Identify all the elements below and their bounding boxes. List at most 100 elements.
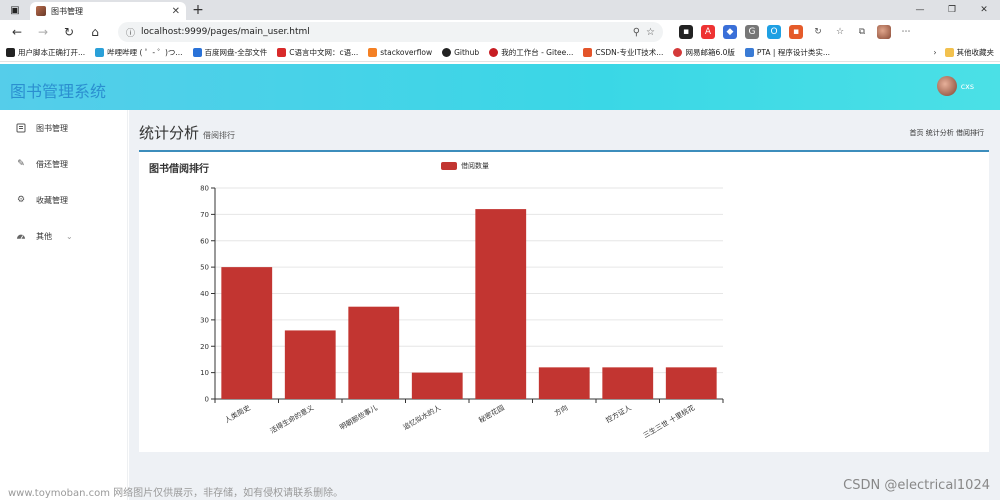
watermark-left: www.toymoban.com 网络图片仅供展示，非存储，如有侵权请联系删除。 — [8, 488, 344, 499]
bar[interactable] — [602, 367, 654, 399]
bookmark[interactable]: 哔哩哔哩 ( ゜- ゜)つ... — [95, 47, 183, 58]
chart-legend[interactable]: 借阅数量 — [441, 161, 489, 171]
chevron-right-icon[interactable]: › — [934, 48, 937, 57]
book-icon — [16, 123, 26, 133]
legend-swatch — [441, 162, 457, 170]
forward-icon[interactable]: → — [32, 22, 54, 42]
home-icon[interactable]: ⌂ — [84, 22, 106, 42]
sidebar-item-label: 图书管理 — [36, 123, 68, 133]
bookmark[interactable]: stackoverflow — [368, 48, 432, 57]
window-close-icon[interactable]: ✕ — [968, 0, 1000, 20]
new-tab-icon[interactable]: + — [186, 0, 210, 20]
bookmark[interactable]: 百度网盘-全部文件 — [192, 47, 267, 58]
x-tick-label: 控方证人 — [604, 403, 633, 425]
y-tick-label: 60 — [200, 237, 209, 245]
bookmark[interactable]: C语言中文网：c语... — [277, 47, 358, 58]
chart-title: 图书借阅排行 — [149, 164, 209, 175]
restore-icon[interactable]: ❐ — [936, 0, 968, 20]
bar[interactable] — [538, 367, 590, 399]
bar[interactable] — [348, 306, 400, 399]
bookmark[interactable]: PTA | 程序设计类实... — [744, 47, 830, 58]
bar[interactable] — [475, 209, 527, 399]
bookmark[interactable]: 我的工作台 - Gitee... — [489, 47, 573, 58]
legend-label: 借阅数量 — [461, 162, 489, 170]
bookmark[interactable]: 网易邮箱6.0版 — [673, 47, 735, 58]
main-content: 统计分析 借阅排行 首页 统计分析 借阅排行 图书借阅排行 借阅数量 0 10 20… — [129, 110, 1000, 500]
breadcrumb[interactable]: 首页 统计分析 借阅排行 — [910, 128, 984, 138]
reload-icon[interactable]: ↻ — [58, 22, 80, 42]
adblock-icon[interactable]: A — [701, 25, 715, 39]
browser-tab-bar: ▣ 图书管理 ✕ + — ❐ ✕ — [0, 0, 1000, 20]
x-tick-label: 明朝那些事儿 — [338, 403, 379, 432]
bar-chart: 0 10 20 30 40 50 60 70 80 人类简史 活得生命的意义 明朝那些事儿 追忆似水的人… — [200, 185, 724, 440]
extension-icon-1[interactable]: ▪ — [679, 25, 693, 39]
x-tick-label: 人类简史 — [223, 403, 252, 425]
gear-icon: ⚙ — [16, 195, 26, 205]
username[interactable]: cxs — [961, 82, 974, 91]
sidebar-item-borrow[interactable]: ✎ 借还管理 — [0, 146, 127, 182]
x-tick-label: 秘密花园 — [477, 403, 506, 425]
avatar[interactable] — [936, 76, 957, 96]
more-icon[interactable]: ⋯ — [899, 25, 913, 39]
x-tick-label: 方向 — [553, 403, 570, 418]
extension-icon-3[interactable]: ◆ — [723, 25, 737, 39]
extension-icon-5[interactable]: O — [767, 25, 781, 39]
other-bookmarks[interactable]: 其他收藏夹 — [944, 47, 994, 58]
bar[interactable] — [665, 367, 717, 399]
profile-avatar[interactable] — [877, 25, 891, 39]
extension-icon-6[interactable]: ▪ — [789, 25, 803, 39]
dashboard-icon — [16, 231, 26, 241]
info-icon[interactable]: ⓘ — [126, 26, 135, 39]
sidebar-item-books[interactable]: 图书管理 — [0, 110, 127, 146]
bar[interactable] — [221, 267, 273, 399]
x-tick-label: 活得生命的意义 — [268, 403, 315, 435]
favorites-icon[interactable]: ☆ — [833, 25, 847, 39]
bookmark[interactable]: Github — [442, 48, 479, 57]
extension-icon-4[interactable]: G — [745, 25, 759, 39]
y-tick-label: 10 — [200, 369, 209, 377]
user-menu[interactable]: cxs — [936, 76, 974, 96]
address-bar[interactable]: ⓘ localhost:9999/pages/main_user.html ⚲ … — [118, 22, 663, 42]
tab-favicon-icon — [36, 6, 46, 16]
bookmarks-overflow: › 其他收藏夹 — [934, 47, 994, 58]
collections-icon[interactable]: ⧉ — [855, 25, 869, 39]
sidebar-item-label: 其他 — [36, 231, 52, 241]
folder-icon — [944, 48, 954, 57]
bar[interactable] — [411, 372, 463, 399]
browser-tab[interactable]: 图书管理 ✕ — [30, 2, 186, 20]
key-icon[interactable]: ⚲ — [633, 27, 640, 38]
app-header: 图书管理系统 cxs — [0, 64, 1000, 110]
page-subtitle: 借阅排行 — [203, 131, 236, 140]
tab-actions-icon[interactable]: ▣ — [0, 0, 30, 20]
bookmark-icon — [489, 48, 499, 57]
bookmark-icon — [95, 48, 105, 57]
x-tick-label: 三生三世 十里桃花 — [641, 403, 696, 440]
back-icon[interactable]: ← — [6, 22, 28, 42]
close-icon[interactable]: ✕ — [172, 6, 180, 17]
bookmark-icon — [6, 48, 15, 57]
bar[interactable] — [284, 330, 336, 399]
y-tick-label: 30 — [200, 316, 209, 324]
page-header: 统计分析 借阅排行 — [139, 122, 235, 143]
extension-icon-7[interactable]: ↻ — [811, 25, 825, 39]
url-text[interactable]: localhost:9999/pages/main_user.html — [141, 27, 627, 37]
minimize-icon[interactable]: — — [904, 0, 936, 20]
favorite-star-icon[interactable]: ☆ — [646, 27, 655, 38]
chart-card: 图书借阅排行 借阅数量 0 10 20 30 40 50 60 70 80 人类简史 活得生命的意义… — [139, 150, 989, 452]
bookmarks-bar: 用户脚本正确打开... 哔哩哔哩 ( ゜- ゜)つ... 百度网盘-全部文件 C… — [0, 44, 1000, 62]
bookmark[interactable]: CSDN-专业IT技术... — [583, 47, 663, 58]
window-controls: — ❐ ✕ — [904, 0, 1000, 20]
sidebar-item-label: 借还管理 — [36, 159, 68, 169]
y-tick-label: 50 — [200, 264, 209, 272]
sidebar-item-other[interactable]: 其他 ⌄ — [0, 218, 127, 254]
chevron-down-icon: ⌄ — [66, 231, 73, 241]
sidebar: 图书管理 ✎ 借还管理 ⚙ 收藏管理 其他 ⌄ — [0, 110, 128, 500]
y-tick-label: 70 — [200, 211, 209, 219]
bookmark-icon — [368, 48, 378, 57]
bookmark-icon — [744, 48, 754, 57]
bookmark-icon — [277, 48, 287, 57]
bookmark[interactable]: 用户脚本正确打开... — [6, 47, 85, 58]
bookmark-icon — [442, 48, 452, 57]
y-tick-label: 80 — [200, 185, 209, 193]
sidebar-item-favorites[interactable]: ⚙ 收藏管理 — [0, 182, 127, 218]
